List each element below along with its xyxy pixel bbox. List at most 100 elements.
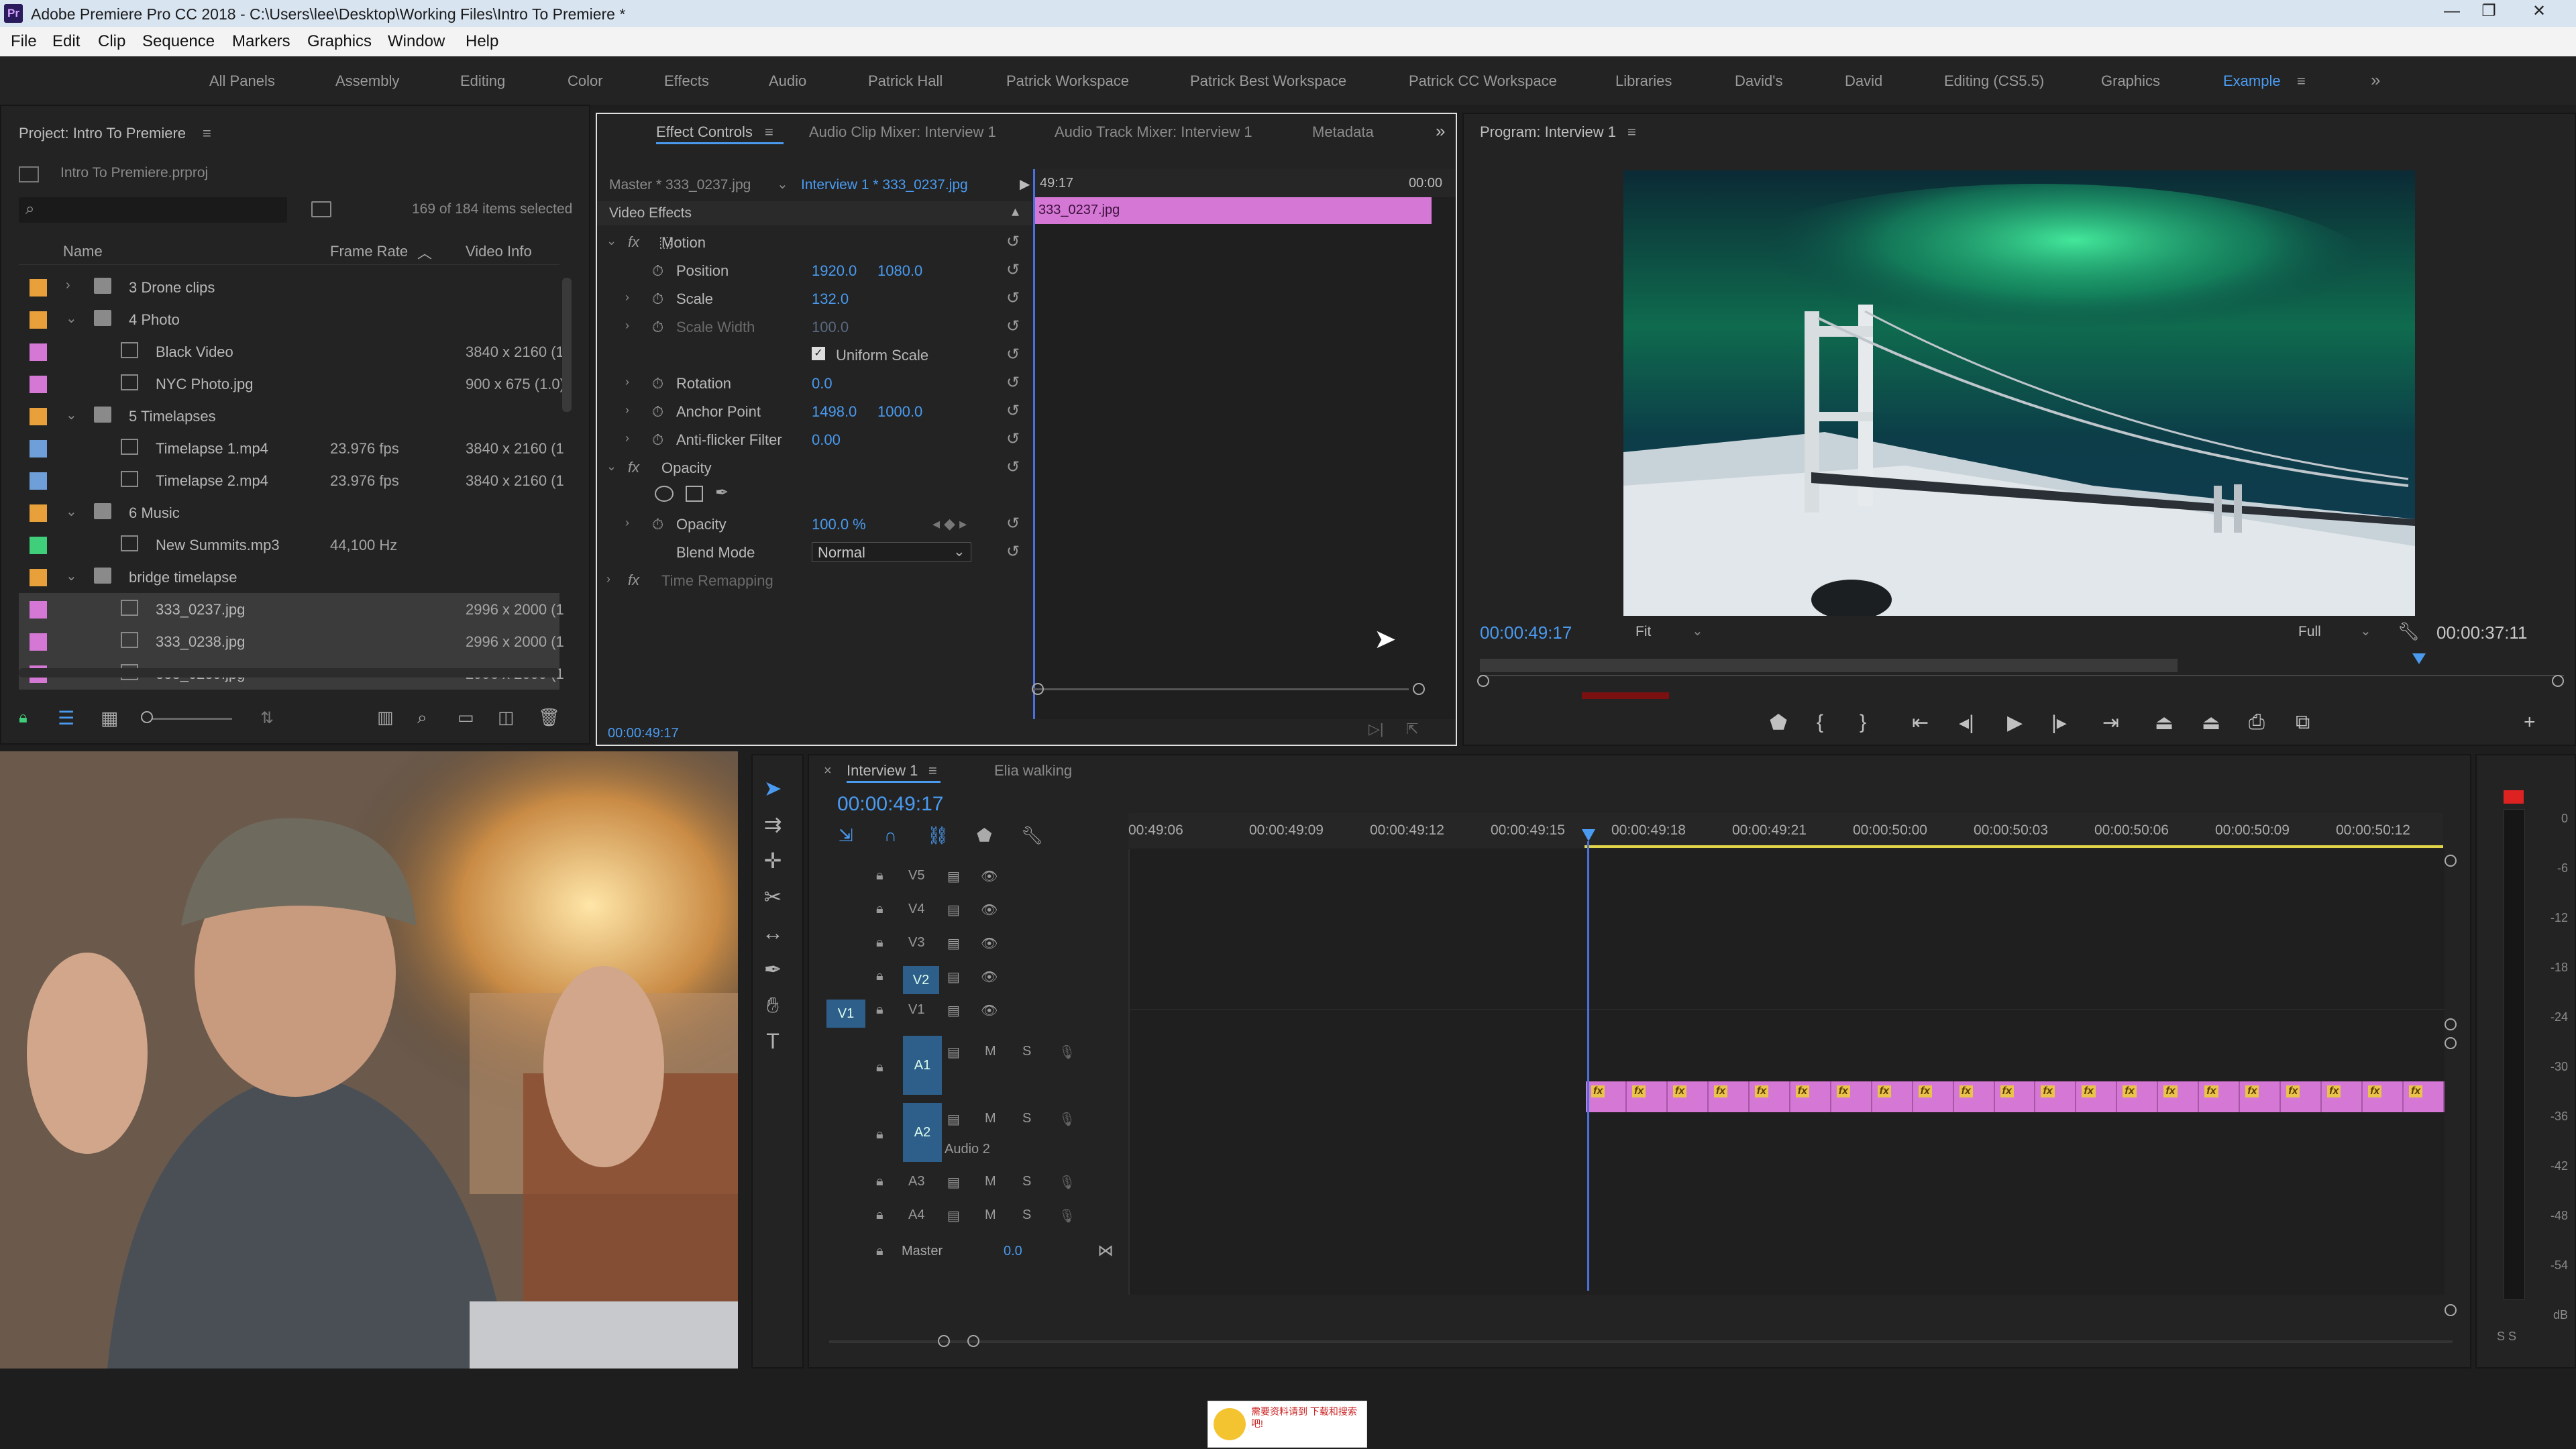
master-volume[interactable]: 0.0	[1004, 1244, 1022, 1259]
solo-button[interactable]: S	[1022, 1174, 1031, 1189]
sync-lock-icon[interactable]: ▤	[947, 1174, 960, 1191]
timeline-clip[interactable]: fx	[1626, 1081, 1668, 1112]
timeline-clip[interactable]: fx	[1667, 1081, 1709, 1112]
program-timecode[interactable]: 00:00:49:17	[1480, 623, 1572, 643]
timeline-clip[interactable]: fx	[2322, 1081, 2363, 1112]
eye-icon[interactable]: 👁︎	[981, 969, 998, 985]
timeline-clip[interactable]: fx	[1831, 1081, 1872, 1112]
chevron-down-icon[interactable]: ⌄	[777, 176, 788, 193]
reset-icon[interactable]: ↺	[1006, 458, 1020, 477]
timeline-zoom-right[interactable]	[967, 1335, 979, 1347]
audio-zoom-handle-bottom[interactable]	[2445, 1304, 2457, 1316]
audio-track-header[interactable]: 🔒︎ A3 ▤ M S 🎙︎	[809, 1170, 1124, 1201]
stopwatch-icon[interactable]: ⏱︎	[652, 262, 663, 280]
lock-icon[interactable]: 🔒︎	[876, 1244, 883, 1259]
source-clip-selector[interactable]: Master * 333_0237.jpg	[609, 177, 751, 193]
workspace-editing-cs55[interactable]: Editing (CS5.5)	[1944, 72, 2044, 90]
lock-icon[interactable]: 🔒︎	[876, 1208, 883, 1223]
stopwatch-icon[interactable]: ⏱︎	[652, 375, 663, 392]
rotation-row[interactable]: › ⏱︎ Rotation 0.0 ↺	[597, 369, 1026, 397]
timeline-settings-wrench-icon[interactable]: 🔧︎	[1021, 825, 1043, 846]
trash-icon[interactable]: 🗑︎	[538, 707, 560, 728]
panel-overflow-icon[interactable]: »	[1436, 121, 1445, 142]
property-value[interactable]: 1498.0	[812, 403, 857, 421]
microphone-icon[interactable]: 🎙︎	[1059, 1174, 1075, 1191]
timeline-clip[interactable]: fx	[2199, 1081, 2241, 1112]
property-value-y[interactable]: 1000.0	[877, 403, 922, 421]
project-clip-row[interactable]: Timelapse 2.mp4 23.976 fps 3840 x 2160 (1	[19, 464, 564, 496]
hand-tool-icon[interactable]: ✋︎	[753, 993, 793, 1029]
property-value-y[interactable]: 1080.0	[877, 262, 922, 280]
property-value[interactable]: 0.0	[812, 375, 833, 392]
label-color-swatch[interactable]	[30, 311, 47, 329]
column-video-info[interactable]: Video Info	[466, 243, 532, 260]
workspace-patrick-workspace[interactable]: Patrick Workspace	[1006, 72, 1129, 90]
workspace-patrick-best[interactable]: Patrick Best Workspace	[1190, 72, 1346, 90]
scale-width-row[interactable]: › ⏱︎ Scale Width 100.0 ↺	[597, 313, 1026, 341]
tab-elia-walking[interactable]: Elia walking	[994, 762, 1072, 780]
timeline-horizontal-scrollbar[interactable]	[829, 1340, 2453, 1343]
video-track-header[interactable]: V1 🔒︎ V1 ▤ 👁︎	[809, 1000, 1124, 1033]
chevron-down-icon[interactable]: ⌄	[66, 310, 77, 327]
anchor-point-row[interactable]: › ⏱︎ Anchor Point 1498.0 1000.0 ↺	[597, 397, 1026, 425]
sync-lock-icon[interactable]: ▤	[947, 1044, 960, 1061]
stopwatch-icon[interactable]: ⏱︎	[652, 516, 663, 533]
solo-button[interactable]: S	[1022, 1208, 1031, 1223]
audio-track-header[interactable]: 🔒︎ A1 ▤ M S 🎙︎	[809, 1036, 1124, 1099]
keyframe-ruler[interactable]: 49:17 00:00	[1033, 169, 1456, 197]
program-in-out-range[interactable]	[1480, 659, 2178, 672]
project-menu-icon[interactable]: ≡	[203, 125, 211, 142]
opacity-effect-row[interactable]: ⌄ fx Opacity ↺	[597, 453, 1026, 482]
track-select-tool-icon[interactable]: ⇉	[753, 812, 793, 848]
mute-button[interactable]: M	[985, 1111, 996, 1126]
zoom-slider[interactable]	[145, 718, 232, 720]
label-color-swatch[interactable]	[30, 633, 47, 651]
fx-toggle-icon[interactable]: fx	[628, 233, 639, 251]
step-forward-icon[interactable]: |▸	[2051, 711, 2067, 735]
compare-view-icon[interactable]: ⧉	[2296, 711, 2310, 734]
timeline-clip[interactable]: fx	[2281, 1081, 2322, 1112]
close-icon[interactable]: ✕	[2522, 1, 2556, 21]
sync-lock-icon[interactable]: ▤	[947, 969, 960, 985]
go-to-out-icon[interactable]: ⇥	[2102, 711, 2119, 735]
video-track-header[interactable]: 🔒︎ V4 ▤ 👁︎	[809, 902, 1124, 932]
program-menu-icon[interactable]: ≡	[1627, 123, 1636, 141]
program-zoom-left[interactable]	[1477, 675, 1489, 687]
list-view-icon[interactable]: ☰	[58, 707, 74, 729]
tab-audio-track-mixer[interactable]: Audio Track Mixer: Interview 1	[1055, 123, 1252, 141]
go-to-in-icon[interactable]: ⇤	[1912, 711, 1929, 735]
label-color-swatch[interactable]	[30, 279, 47, 297]
chevron-right-icon[interactable]: ›	[625, 375, 629, 389]
project-bin-row[interactable]: ⌄ 6 Music	[19, 496, 559, 529]
ripple-edit-tool-icon[interactable]: ✛	[753, 848, 793, 884]
reset-icon[interactable]: ↺	[1006, 514, 1020, 533]
blend-mode-row[interactable]: Blend Mode Normal ⌄ ↺	[597, 538, 1026, 566]
eye-icon[interactable]: 👁︎	[981, 1002, 998, 1019]
workspace-menu-icon[interactable]: ≡	[2297, 72, 2306, 90]
chevron-down-icon[interactable]: ⌄	[606, 460, 616, 474]
v1-clip-sequence[interactable]: fx fx fx fx fx fx fx fx fx fx fx fx fx fx fx fx fx fx fx fx…	[1586, 1081, 2445, 1112]
ec-zoom-handle-left[interactable]	[1032, 683, 1044, 695]
find-icon[interactable]: ⌕	[417, 707, 427, 729]
reset-icon[interactable]: ↺	[1006, 429, 1020, 449]
razor-tool-icon[interactable]: ✂	[753, 884, 793, 920]
timeline-clip[interactable]: fx	[2240, 1081, 2282, 1112]
type-tool-icon[interactable]: T	[753, 1029, 793, 1065]
filter-icon[interactable]: ▷|	[1368, 720, 1384, 738]
program-playhead[interactable]	[2412, 653, 2426, 664]
workspace-patrick-hall[interactable]: Patrick Hall	[868, 72, 943, 90]
pen-mask-icon[interactable]: ✒	[715, 483, 729, 502]
new-search-bin-icon[interactable]	[311, 201, 331, 217]
menu-file[interactable]: File	[11, 32, 37, 51]
close-tab-icon[interactable]: ×	[824, 763, 832, 779]
chevron-down-icon[interactable]: ⌄	[66, 568, 77, 584]
reset-icon[interactable]: ↺	[1006, 542, 1020, 561]
mark-in-icon[interactable]: {	[1817, 711, 1823, 734]
microphone-icon[interactable]: 🎙︎	[1059, 1111, 1075, 1128]
reset-icon[interactable]: ↺	[1006, 288, 1020, 308]
timeline-playhead-line[interactable]	[1587, 841, 1589, 1291]
icon-view-icon[interactable]: ▦	[101, 707, 118, 729]
workspace-graphics[interactable]: Graphics	[2101, 72, 2160, 90]
chevron-right-icon[interactable]: ›	[625, 516, 629, 530]
scale-row[interactable]: › ⏱︎ Scale 132.0 ↺	[597, 284, 1026, 313]
